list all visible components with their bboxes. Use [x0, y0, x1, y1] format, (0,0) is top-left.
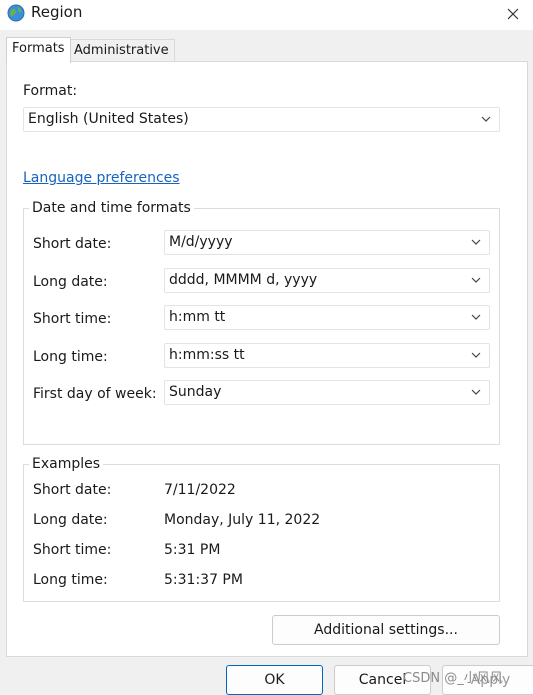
example-short-date-label: Short date:	[33, 482, 112, 498]
chevron-down-icon	[481, 116, 491, 122]
formats-panel: Format: English (United States) Language…	[6, 61, 528, 657]
long-time-value: h:mm:ss tt	[169, 347, 245, 363]
example-short-time-label: Short time:	[33, 542, 112, 558]
globe-icon	[7, 4, 25, 22]
example-long-time-value: 5:31:37 PM	[164, 572, 243, 588]
tab-administrative[interactable]: Administrative	[68, 39, 175, 62]
group-legend: Date and time formats	[29, 200, 194, 216]
short-time-select[interactable]: h:mm tt	[164, 305, 490, 330]
first-day-of-week-select[interactable]: Sunday	[164, 380, 490, 405]
chevron-down-icon	[471, 277, 481, 283]
language-preferences-link[interactable]: Language preferences	[23, 170, 180, 186]
chevron-down-icon	[471, 352, 481, 358]
long-time-select[interactable]: h:mm:ss tt	[164, 343, 490, 368]
watermark: CSDN @_小风风	[403, 671, 503, 686]
example-short-date-value: 7/11/2022	[164, 482, 236, 498]
close-button[interactable]	[493, 0, 533, 28]
example-long-time-label: Long time:	[33, 572, 108, 588]
chevron-down-icon	[471, 314, 481, 320]
long-time-label: Long time:	[33, 349, 108, 365]
example-short-time-value: 5:31 PM	[164, 542, 221, 558]
ok-button[interactable]: OK	[226, 665, 323, 695]
title-bar: Region	[0, 0, 533, 30]
examples-group: Examples Short date: 7/11/2022 Long date…	[23, 456, 500, 602]
format-value: English (United States)	[28, 111, 189, 127]
tab-formats[interactable]: Formats	[6, 37, 71, 63]
group-legend: Examples	[29, 456, 104, 472]
long-date-label: Long date:	[33, 274, 108, 290]
additional-settings-button[interactable]: Additional settings...	[272, 615, 500, 645]
window-title: Region	[31, 3, 83, 21]
long-date-select[interactable]: dddd, MMMM d, yyyy	[164, 268, 490, 293]
example-long-date-value: Monday, July 11, 2022	[164, 512, 321, 528]
short-time-value: h:mm tt	[169, 309, 226, 325]
first-day-of-week-value: Sunday	[169, 384, 222, 400]
short-date-select[interactable]: M/d/yyyy	[164, 230, 490, 255]
close-icon	[507, 8, 519, 20]
example-long-date-label: Long date:	[33, 512, 108, 528]
long-date-value: dddd, MMMM d, yyyy	[169, 272, 318, 288]
format-select[interactable]: English (United States)	[23, 107, 500, 132]
date-time-formats-group: Date and time formats Short date: M/d/yy…	[23, 200, 500, 445]
format-label: Format:	[23, 83, 78, 99]
chevron-down-icon	[471, 239, 481, 245]
first-day-of-week-label: First day of week:	[33, 386, 157, 402]
chevron-down-icon	[471, 389, 481, 395]
short-time-label: Short time:	[33, 311, 112, 327]
short-date-value: M/d/yyyy	[169, 234, 233, 250]
short-date-label: Short date:	[33, 236, 112, 252]
